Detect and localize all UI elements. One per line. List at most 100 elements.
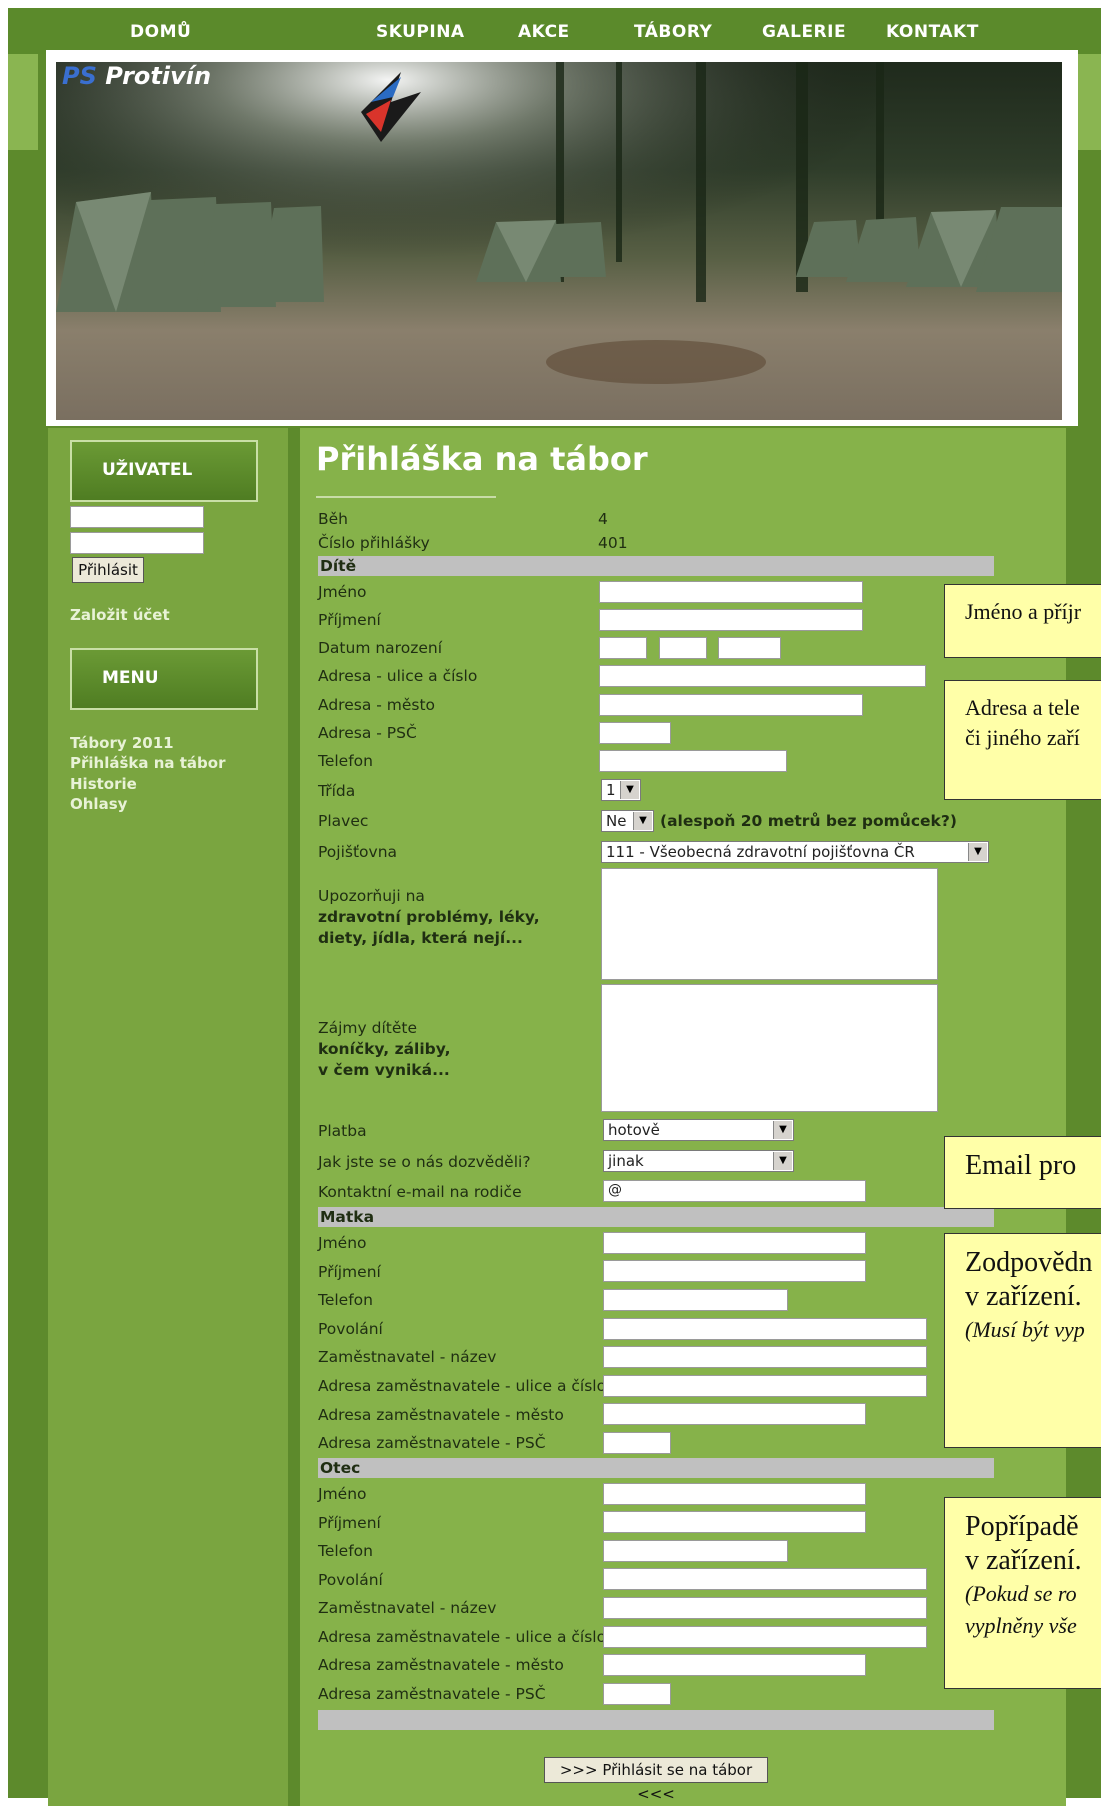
mother-job-input[interactable] [603,1318,927,1340]
menu-item-reviews[interactable]: Ohlasy [70,795,127,813]
user-heading: UŽIVATEL [70,440,258,502]
father-employer-street-label: Adresa zaměstnavatele - ulice a číslo [318,1628,607,1646]
banner-image [56,62,1062,420]
nav-gallery[interactable]: GALERIE [762,22,846,42]
mother-employer-street-input[interactable] [603,1375,927,1397]
health-label-line2: zdravotní problémy, léky, [318,908,540,926]
nav-camps[interactable]: TÁBORY [634,22,712,42]
run-value: 4 [598,510,608,528]
content-divider [288,428,300,1806]
address-street-input[interactable] [599,665,926,687]
payment-select[interactable]: hotově ▼ [603,1119,794,1141]
father-last-name-input[interactable] [603,1511,866,1533]
section-footer-bar [318,1710,994,1730]
logo-ps: PS [62,62,97,90]
swimmer-label: Plavec [318,812,369,830]
birth-month-input[interactable] [659,637,707,659]
page-title: Přihláška na tábor [316,440,648,478]
menu-heading: MENU [70,648,258,710]
note-father-line3: (Pokud se ro [965,1581,1077,1606]
mother-employer-input[interactable] [603,1346,927,1368]
mother-employer-zip-input[interactable] [603,1432,671,1454]
mother-phone-input[interactable] [603,1289,788,1311]
interests-label-line3: v čem vyniká... [318,1061,450,1079]
payment-label: Platba [318,1122,367,1140]
address-zip-input[interactable] [599,722,671,744]
menu-item-history[interactable]: Historie [70,775,137,793]
section-child-title: Dítě [320,557,357,575]
father-first-name-input[interactable] [603,1483,866,1505]
father-employer-input[interactable] [603,1597,927,1619]
section-father: Otec [318,1458,994,1478]
chevron-down-icon: ▼ [633,812,652,830]
source-select[interactable]: jinak ▼ [603,1150,794,1172]
father-phone-label: Telefon [318,1542,373,1560]
mother-first-name-input[interactable] [603,1232,866,1254]
father-employer-city-label: Adresa zaměstnavatele - město [318,1656,564,1674]
insurance-selected-value: 111 - Všeobecná zdravotní pojišťovna ČR [606,843,915,861]
section-mother: Matka [318,1207,994,1227]
create-account-link[interactable]: Založit účet [70,606,170,624]
parent-email-label: Kontaktní e-mail na rodiče [318,1183,522,1201]
sidebar [48,428,288,1806]
father-job-label: Povolání [318,1571,383,1589]
mother-phone-label: Telefon [318,1291,373,1309]
mother-employer-zip-label: Adresa zaměstnavatele - PSČ [318,1434,546,1452]
menu-item-camp-application[interactable]: Přihláška na tábor [70,754,225,772]
note-father-line1: Popřípadě [965,1511,1079,1542]
father-phone-input[interactable] [603,1540,788,1562]
note-email-text: Email pro [965,1150,1077,1181]
address-street-label: Adresa - ulice a číslo [318,667,478,685]
health-label: Upozorňuji na zdravotní problémy, léky, … [318,886,540,949]
health-label-line3: diety, jídla, která nejí... [318,929,523,947]
note-address: Adresa a tele či jiného zaří [944,680,1101,800]
payment-selected-value: hotově [608,1121,660,1139]
application-number-label: Číslo přihlášky [318,534,430,552]
site-logo[interactable]: PS Protivín [62,62,211,90]
mother-employer-city-input[interactable] [603,1403,866,1425]
father-employer-zip-input[interactable] [603,1683,671,1705]
note-mother: Zodpovědn v zařízení. (Musí být vyp [944,1233,1101,1448]
father-last-name-label: Příjmení [318,1514,381,1532]
nav-contact[interactable]: KONTAKT [886,22,979,42]
child-last-name-input[interactable] [599,609,863,631]
address-city-label: Adresa - město [318,696,436,714]
nav-events[interactable]: AKCE [518,22,570,42]
note-address-line2: či jiného zaří [965,725,1080,750]
address-city-input[interactable] [599,694,863,716]
chevron-down-icon: ▼ [773,1121,792,1139]
username-input[interactable] [70,506,204,528]
child-first-name-input[interactable] [599,581,863,603]
birth-year-input[interactable] [718,637,781,659]
parent-email-input[interactable]: @ [603,1180,866,1202]
note-mother-line2: v zařízení. [965,1281,1082,1312]
father-employer-city-input[interactable] [603,1654,866,1676]
mother-last-name-input[interactable] [603,1260,866,1282]
chevron-down-icon: ▼ [773,1152,792,1170]
interests-label-line2: koníčky, záliby, [318,1040,451,1058]
interests-textarea[interactable] [601,984,938,1112]
swimmer-selected-value: Ne [606,812,627,830]
child-first-name-label: Jméno [318,583,367,601]
nav-home[interactable]: DOMŮ [130,22,191,42]
chevron-down-icon: ▼ [620,781,639,799]
child-phone-input[interactable] [599,750,787,772]
class-select[interactable]: 1 ▼ [601,779,641,801]
mother-last-name-label: Příjmení [318,1263,381,1281]
section-child: Dítě [318,556,994,576]
menu-item-camps-2011[interactable]: Tábory 2011 [70,734,174,752]
submit-application-button[interactable]: >>> Přihlásit se na tábor <<< [544,1757,768,1803]
mother-first-name-label: Jméno [318,1234,367,1252]
swimmer-select[interactable]: Ne ▼ [601,810,654,832]
login-button[interactable]: Přihlásit [72,557,144,583]
source-selected-value: jinak [608,1152,644,1170]
birth-day-input[interactable] [599,637,647,659]
nav-group[interactable]: SKUPINA [376,22,465,42]
top-navigation: DOMŮ SKUPINA AKCE TÁBORY GALERIE KONTAKT [8,8,1101,54]
note-father-line4: vyplněny vše [965,1613,1077,1638]
insurance-select[interactable]: 111 - Všeobecná zdravotní pojišťovna ČR ▼ [601,841,989,863]
father-employer-street-input[interactable] [603,1626,927,1648]
father-job-input[interactable] [603,1568,927,1590]
health-textarea[interactable] [601,868,938,980]
password-input[interactable] [70,532,204,554]
